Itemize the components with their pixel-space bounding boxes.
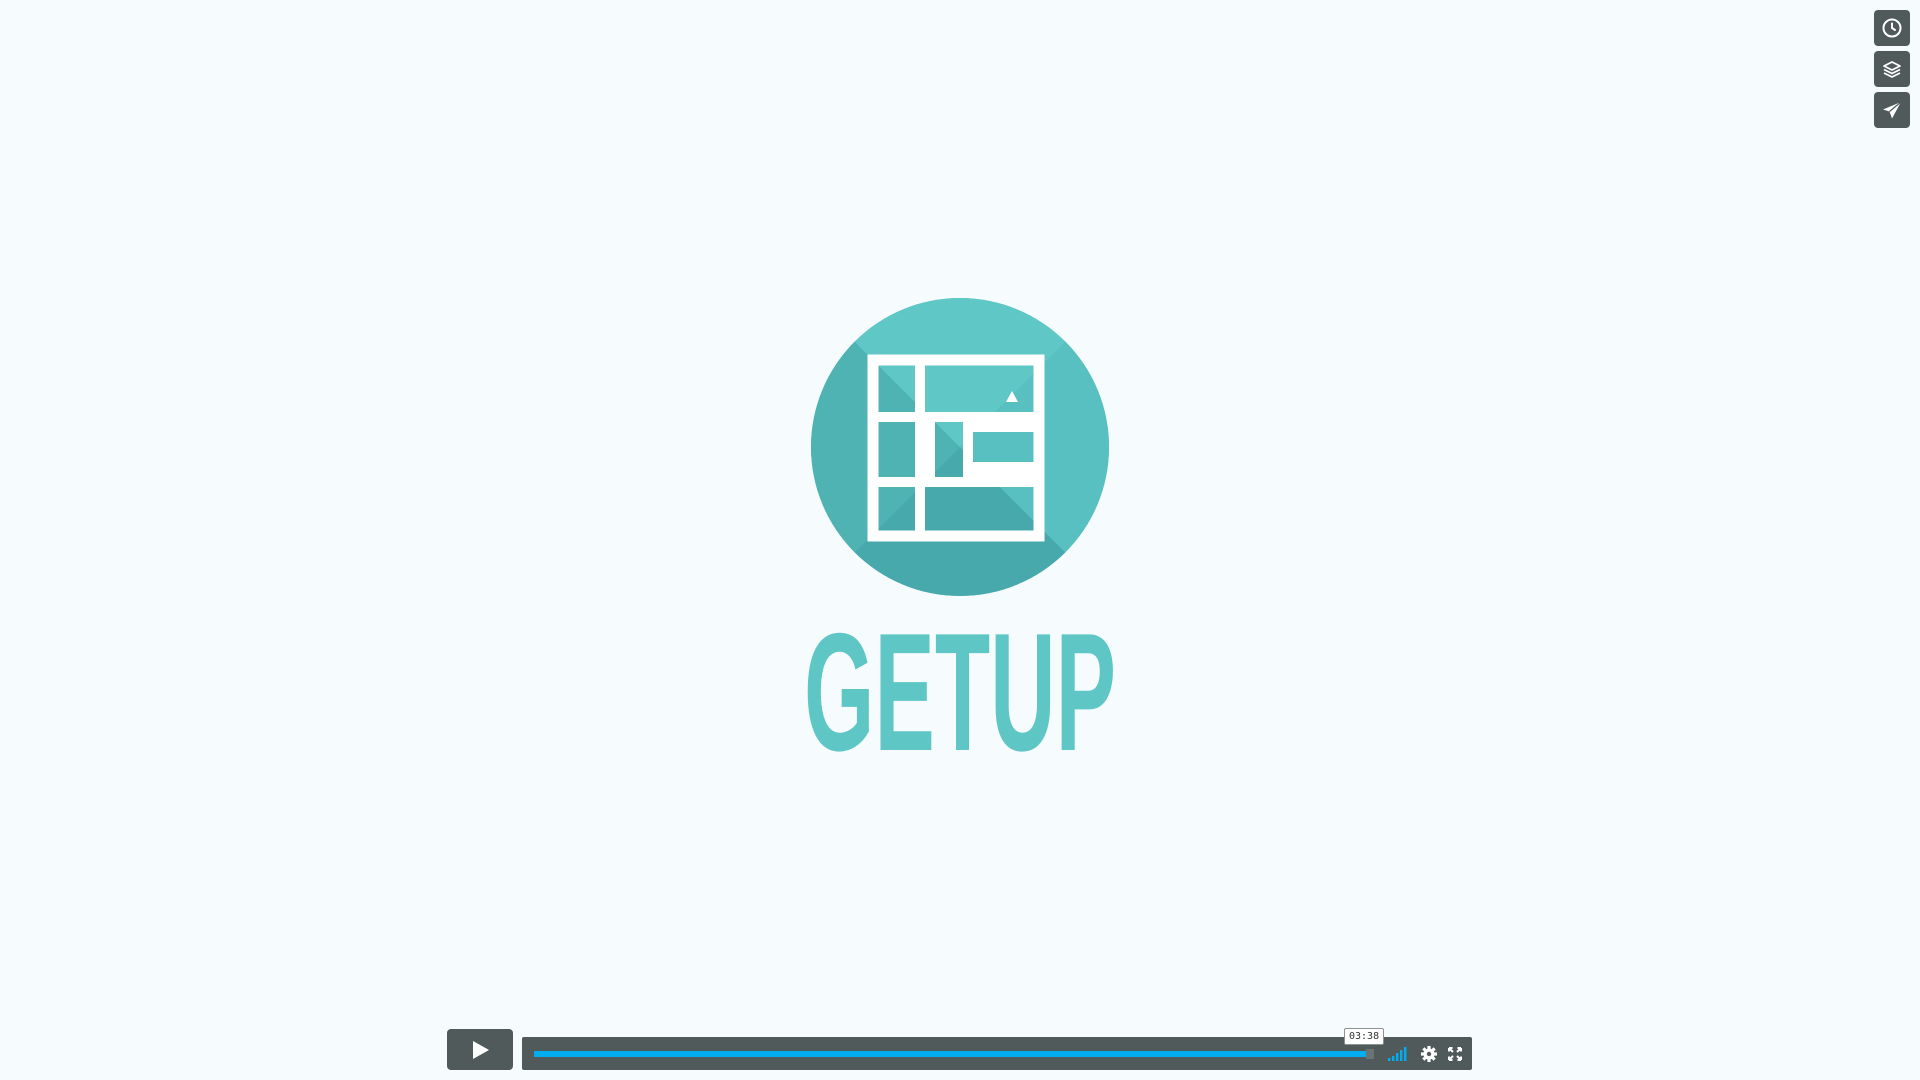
time-tooltip: 03:38	[1344, 1028, 1385, 1045]
play-button[interactable]	[447, 1029, 513, 1070]
gear-icon[interactable]	[1420, 1045, 1438, 1063]
side-actions	[1874, 10, 1910, 128]
play-icon	[473, 1040, 489, 1059]
getup-wordmark: GETUP	[804, 622, 1116, 757]
control-bar: 03:38	[522, 1028, 1472, 1070]
video-player[interactable]: GETUP 03:38	[0, 0, 1920, 1080]
collections-button[interactable]	[1874, 51, 1910, 87]
progress-handle[interactable]	[1365, 1049, 1374, 1059]
layers-icon	[1883, 61, 1901, 78]
share-button[interactable]	[1874, 92, 1910, 128]
brand-name: GETUP	[804, 622, 1116, 757]
getup-logo-emblem	[811, 298, 1109, 596]
progress-played	[534, 1051, 1370, 1057]
paper-plane-icon	[1883, 101, 1902, 119]
clock-icon	[1882, 18, 1902, 38]
volume-icon[interactable]	[1387, 1045, 1411, 1063]
progress-bar[interactable]	[534, 1049, 1374, 1059]
fullscreen-icon[interactable]	[1446, 1045, 1464, 1063]
watch-later-button[interactable]	[1874, 10, 1910, 46]
